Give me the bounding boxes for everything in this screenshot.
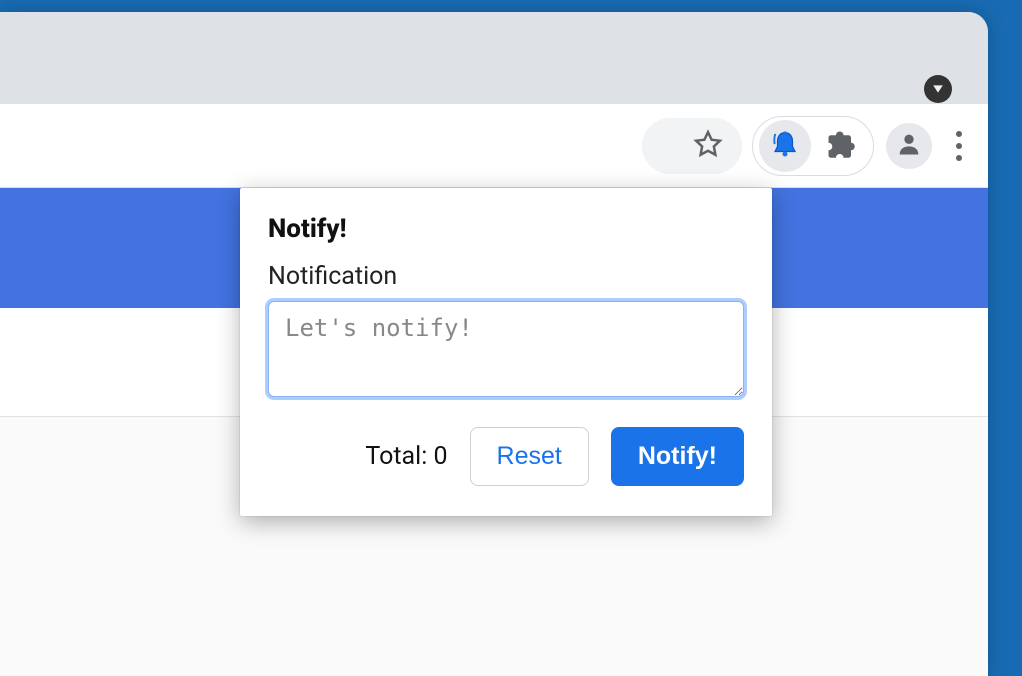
profile-button[interactable] bbox=[886, 123, 932, 169]
puzzle-icon bbox=[826, 129, 856, 163]
browser-menu-button[interactable] bbox=[946, 121, 972, 171]
triangle-down-icon bbox=[932, 80, 944, 99]
popup-footer: Total: 0 Reset Notify! bbox=[268, 427, 744, 486]
notify-extension-button[interactable] bbox=[759, 120, 811, 172]
bookmark-star-button[interactable] bbox=[682, 120, 734, 172]
browser-window: Notify! Notification Total: 0 Reset Noti… bbox=[0, 12, 988, 676]
kebab-dot bbox=[956, 131, 962, 137]
popup-title: Notify! bbox=[268, 214, 744, 244]
extensions-button[interactable] bbox=[815, 120, 867, 172]
kebab-dot bbox=[956, 155, 962, 161]
total-label-text: Total: bbox=[365, 442, 433, 471]
extension-popup: Notify! Notification Total: 0 Reset Noti… bbox=[240, 188, 772, 516]
notification-textarea[interactable] bbox=[268, 301, 744, 397]
reset-button[interactable]: Reset bbox=[470, 427, 589, 486]
address-bar-tail[interactable] bbox=[642, 118, 742, 174]
browser-toolbar bbox=[0, 104, 988, 188]
extensions-pill bbox=[752, 116, 874, 176]
window-dropdown-button[interactable] bbox=[924, 75, 952, 103]
total-count-label: Total: 0 bbox=[365, 442, 447, 471]
person-icon bbox=[895, 130, 923, 162]
tab-bar bbox=[0, 12, 988, 104]
total-count-value: 0 bbox=[433, 442, 447, 471]
notification-field-label: Notification bbox=[268, 262, 744, 291]
kebab-dot bbox=[956, 143, 962, 149]
bell-icon bbox=[770, 129, 800, 163]
star-icon bbox=[693, 129, 723, 163]
notify-button[interactable]: Notify! bbox=[611, 427, 744, 486]
